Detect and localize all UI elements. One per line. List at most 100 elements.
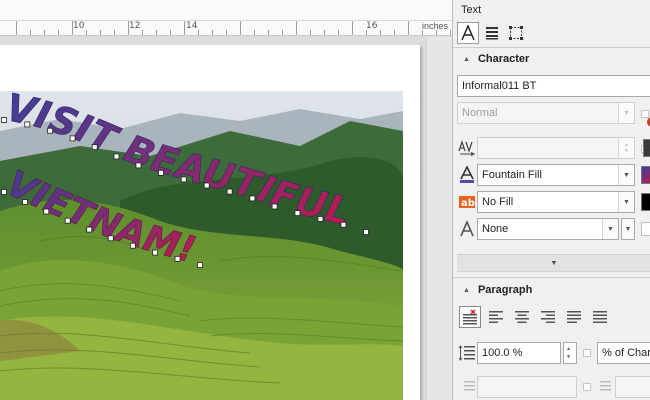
outline-options-button[interactable]: ▼: [621, 218, 635, 240]
kerning-spinner-icon: ▲ ▼: [618, 138, 634, 158]
outline-pen-icon[interactable]: [641, 222, 650, 236]
ruler-tick: [324, 30, 325, 35]
collapse-triangle-icon: ▲: [463, 286, 470, 294]
font-family-field[interactable]: Informal011 BT: [457, 75, 650, 97]
font-style-dropdown[interactable]: Normal ▼: [457, 102, 635, 124]
text-properties-docker: Text ▲ Character Informal011 BT Normal ▼…: [452, 0, 650, 400]
ruler-tick: [268, 30, 269, 35]
ruler-tick: [198, 30, 199, 35]
fill-type-icon: [457, 165, 477, 185]
align-none-icon[interactable]: [459, 306, 481, 328]
kerning-swatch: [643, 139, 650, 157]
ruler-tick: [408, 21, 409, 35]
after-paragraph-field[interactable]: [615, 376, 650, 398]
character-section-header[interactable]: ▲ Character: [457, 49, 650, 69]
after-paragraph-icon: [593, 377, 613, 397]
character-tab-icon[interactable]: [457, 22, 479, 44]
character-section-label: Character: [477, 53, 530, 65]
fill-type-value: Fountain Fill: [482, 169, 542, 181]
ruler-tick: [352, 21, 353, 35]
ruler-tick: [240, 21, 241, 35]
line-spacing-checkbox[interactable]: [583, 349, 591, 357]
paragraph-tab-icon[interactable]: [481, 22, 503, 44]
ruler-tick: [156, 30, 157, 35]
background-fill-dropdown[interactable]: No Fill ▼: [477, 191, 635, 213]
fill-color-swatch[interactable]: [641, 166, 650, 184]
drawing-canvas[interactable]: [0, 37, 452, 400]
spacing-unit-value: % of Char: [602, 347, 650, 359]
section-divider: [453, 277, 650, 278]
before-paragraph-checkbox[interactable]: [583, 383, 591, 391]
ruler-tick: [282, 30, 283, 35]
fill-type-dropdown[interactable]: Fountain Fill ▼: [477, 164, 635, 186]
background-color-swatch[interactable]: [641, 193, 650, 211]
line-spacing-spinner[interactable]: ▲ ▼: [563, 342, 577, 364]
ruler-tick: [338, 30, 339, 35]
background-fill-value: No Fill: [482, 196, 514, 208]
before-paragraph-field[interactable]: [477, 376, 577, 398]
svg-text:ab: ab: [461, 198, 475, 209]
chevron-down-icon: ▼: [618, 192, 634, 212]
chevron-down-icon: ▼: [622, 219, 634, 239]
ruler-unit: inches: [421, 21, 448, 31]
font-style-value: Normal: [462, 107, 498, 119]
ruler-label-14: 14: [186, 21, 198, 31]
spinner-arrows-icon: ▲ ▼: [566, 346, 571, 360]
collapse-triangle-icon: ▲: [463, 55, 470, 63]
ruler-tick: [16, 21, 17, 35]
ruler-tick: [86, 30, 87, 35]
chevron-down-icon: ▼: [618, 103, 634, 123]
ruler-tick: [254, 30, 255, 35]
line-spacing-field[interactable]: 100.0 %: [477, 342, 561, 364]
ruler-tick: [450, 30, 451, 35]
chevron-down-icon: ▼: [618, 165, 634, 185]
alignment-buttons: [457, 306, 650, 330]
tabs-divider: [453, 47, 650, 48]
ruler-tick: [394, 30, 395, 35]
ruler-tick: [30, 30, 31, 35]
character-expand-bar[interactable]: ▼: [457, 254, 650, 272]
outline-width-value: None: [482, 223, 509, 235]
align-right-icon[interactable]: [537, 306, 559, 328]
paragraph-section-header[interactable]: ▲ Paragraph: [457, 280, 650, 300]
canvas-scroll-gutter: [426, 37, 452, 400]
font-family-value: Informal011 BT: [462, 80, 537, 92]
align-force-justify-icon[interactable]: [589, 306, 611, 328]
frame-tab-icon[interactable]: [505, 22, 527, 44]
ruler-tick: [212, 30, 213, 35]
background-fill-icon: ab: [457, 192, 477, 212]
outline-width-dropdown[interactable]: None ▼: [477, 218, 619, 240]
ruler-tick: [142, 30, 143, 35]
ruler-tick: [114, 30, 115, 35]
ruler-label-16: 16: [366, 21, 378, 31]
ruler-tick: [296, 21, 297, 35]
align-center-icon[interactable]: [511, 306, 533, 328]
document-page[interactable]: [0, 45, 420, 400]
line-spacing-value: 100.0 %: [482, 347, 523, 359]
chevron-down-icon: ▼: [602, 219, 618, 239]
ruler-tick: [380, 30, 381, 35]
ruler-tick: [58, 30, 59, 35]
ruler-tick: [44, 30, 45, 35]
ruler-divider: [0, 20, 452, 21]
spacing-unit-dropdown[interactable]: % of Char: [597, 342, 650, 364]
landscape-photo[interactable]: [0, 91, 403, 400]
ruler-tick: [226, 30, 227, 35]
ruler-label-10: 10: [73, 21, 85, 31]
ruler-tick: [170, 30, 171, 35]
kerning-field[interactable]: ▲ ▼: [477, 137, 635, 159]
ruler-label-12: 12: [129, 21, 141, 31]
ruler-tick: [100, 30, 101, 35]
horizontal-ruler[interactable]: 10 12 14 16 inches: [0, 0, 452, 36]
paragraph-section-label: Paragraph: [477, 284, 533, 296]
line-spacing-icon: [457, 343, 477, 363]
align-justify-icon[interactable]: [563, 306, 585, 328]
ruler-tick: [310, 30, 311, 35]
kerning-icon: [457, 138, 477, 158]
style-checkbox[interactable]: [641, 110, 649, 118]
docker-title: Text: [461, 4, 482, 16]
ruler-tick: [184, 21, 185, 35]
indent-icon: [457, 377, 477, 397]
align-left-icon[interactable]: [485, 306, 507, 328]
docker-tab-bar: [457, 22, 647, 44]
